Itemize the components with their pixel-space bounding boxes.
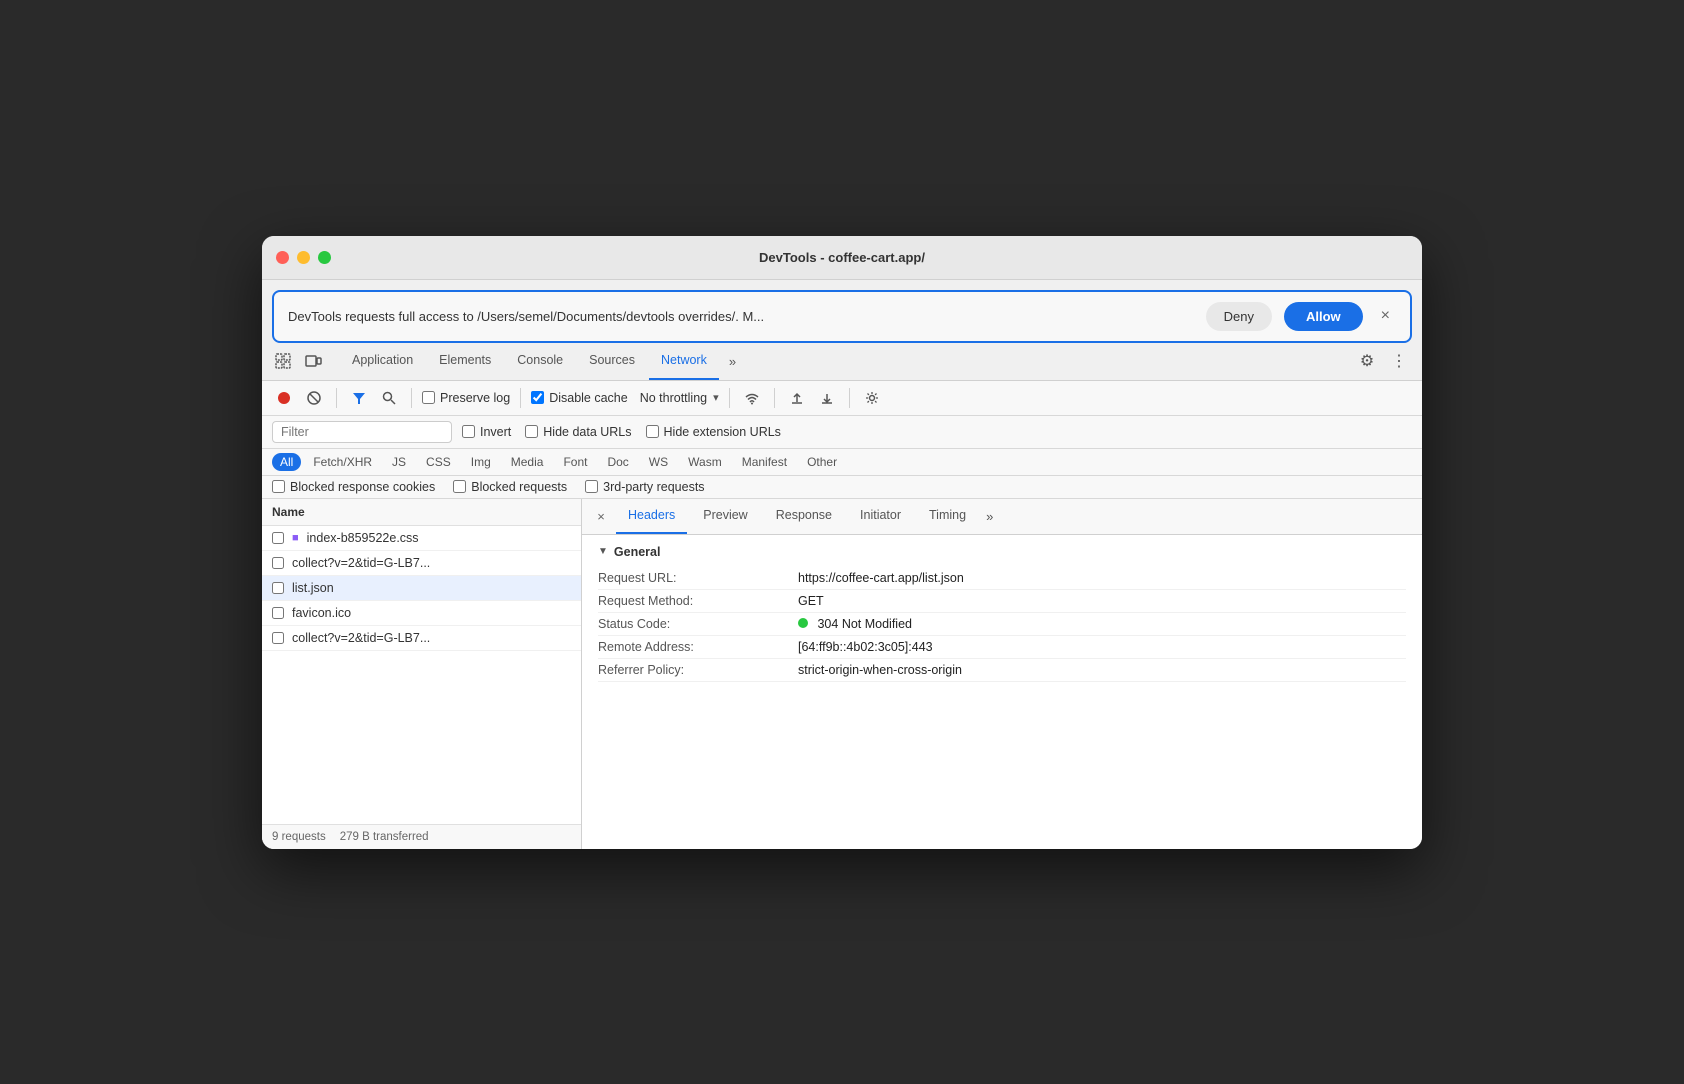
more-icon[interactable]: ⋮ [1386, 348, 1412, 374]
separator-1 [336, 388, 337, 408]
detail-tab-preview[interactable]: Preview [691, 499, 759, 535]
allow-button[interactable]: Allow [1284, 302, 1363, 331]
throttling-select[interactable]: No throttling [640, 391, 707, 405]
detail-panel: × Headers Preview Response Initiator Tim… [582, 499, 1422, 849]
tab-console[interactable]: Console [505, 342, 575, 380]
tabs-right-actions: ⚙ ⋮ [1354, 348, 1412, 374]
third-party-checkbox[interactable]: 3rd-party requests [585, 480, 704, 494]
type-btn-img[interactable]: Img [463, 453, 499, 471]
permission-bar: DevTools requests full access to /Users/… [272, 290, 1412, 343]
preserve-log-checkbox[interactable]: Preserve log [422, 391, 510, 405]
file-list-footer: 9 requests 279 B transferred [262, 824, 581, 849]
type-btn-font[interactable]: Font [555, 453, 595, 471]
file-item-1[interactable]: collect?v=2&tid=G-LB7... [262, 551, 581, 576]
tab-application[interactable]: Application [340, 342, 425, 380]
detail-content: ▼ General Request URL: https://coffee-ca… [582, 535, 1422, 849]
detail-tabs-overflow[interactable]: » [982, 509, 997, 524]
blocked-cookies-checkbox[interactable]: Blocked response cookies [272, 480, 435, 494]
status-dot-icon [798, 618, 808, 628]
detail-tab-timing[interactable]: Timing [917, 499, 978, 535]
detail-row-referrer: Referrer Policy: strict-origin-when-cros… [598, 659, 1406, 682]
filter-checkboxes: Invert Hide data URLs Hide extension URL… [462, 425, 781, 439]
file-list-header: Name [262, 499, 581, 526]
devtools-window: DevTools - coffee-cart.app/ DevTools req… [262, 236, 1422, 849]
type-btn-doc[interactable]: Doc [599, 453, 636, 471]
general-section-header: ▼ General [598, 545, 1406, 559]
blocked-requests-checkbox[interactable]: Blocked requests [453, 480, 567, 494]
file-item-2[interactable]: list.json [262, 576, 581, 601]
separator-5 [774, 388, 775, 408]
settings-icon[interactable]: ⚙ [1354, 348, 1380, 374]
type-btn-css[interactable]: CSS [418, 453, 459, 471]
type-btn-ws[interactable]: WS [641, 453, 676, 471]
cursor-icon[interactable] [272, 350, 294, 372]
type-filter-bar: All Fetch/XHR JS CSS Img Media Font Doc … [262, 449, 1422, 476]
device-icon[interactable] [302, 350, 324, 372]
tab-sources[interactable]: Sources [577, 342, 647, 380]
section-toggle-icon[interactable]: ▼ [598, 546, 608, 557]
tabs-overflow-button[interactable]: » [721, 354, 744, 369]
data-transferred: 279 B transferred [340, 831, 429, 843]
search-button[interactable] [377, 386, 401, 410]
type-btn-js[interactable]: JS [384, 453, 414, 471]
css-icon: ■ [292, 532, 299, 544]
permission-close-button[interactable]: × [1375, 305, 1396, 327]
detail-close-button[interactable]: × [590, 505, 612, 527]
file-item-3[interactable]: favicon.ico [262, 601, 581, 626]
filter-button[interactable] [347, 386, 371, 410]
filter-input[interactable] [272, 421, 452, 443]
wifi-icon[interactable] [740, 386, 764, 410]
detail-tab-bar: × Headers Preview Response Initiator Tim… [582, 499, 1422, 535]
file-list: Name ■ index-b859522e.css collect?v=2&ti… [262, 499, 582, 849]
tab-icons [272, 350, 324, 372]
window-title: DevTools - coffee-cart.app/ [759, 250, 925, 265]
detail-row-status: Status Code: 304 Not Modified [598, 613, 1406, 636]
tab-network[interactable]: Network [649, 342, 719, 380]
type-btn-fetch-xhr[interactable]: Fetch/XHR [305, 453, 380, 471]
filter-bar: Invert Hide data URLs Hide extension URL… [262, 416, 1422, 449]
hide-data-urls-checkbox[interactable]: Hide data URLs [525, 425, 631, 439]
tab-elements[interactable]: Elements [427, 342, 503, 380]
close-button[interactable] [276, 251, 289, 264]
type-btn-media[interactable]: Media [503, 453, 552, 471]
deny-button[interactable]: Deny [1206, 302, 1272, 331]
throttle-arrow-icon[interactable]: ▾ [713, 391, 719, 404]
network-toolbar: Preserve log Disable cache No throttling… [262, 381, 1422, 416]
type-btn-other[interactable]: Other [799, 453, 845, 471]
record-button[interactable] [272, 386, 296, 410]
request-count: 9 requests [272, 831, 326, 843]
detail-tab-headers[interactable]: Headers [616, 499, 687, 535]
separator-2 [411, 388, 412, 408]
file-item-4[interactable]: collect?v=2&tid=G-LB7... [262, 626, 581, 651]
separator-4 [729, 388, 730, 408]
separator-3 [520, 388, 521, 408]
devtools-tab-bar: Application Elements Console Sources Net… [262, 343, 1422, 381]
maximize-button[interactable] [318, 251, 331, 264]
file-item-0[interactable]: ■ index-b859522e.css [262, 526, 581, 551]
detail-row-url: Request URL: https://coffee-cart.app/lis… [598, 567, 1406, 590]
hide-extension-urls-checkbox[interactable]: Hide extension URLs [646, 425, 781, 439]
invert-checkbox[interactable]: Invert [462, 425, 511, 439]
minimize-button[interactable] [297, 251, 310, 264]
type-btn-wasm[interactable]: Wasm [680, 453, 730, 471]
detail-tab-initiator[interactable]: Initiator [848, 499, 913, 535]
blocked-bar: Blocked response cookies Blocked request… [262, 476, 1422, 499]
permission-text: DevTools requests full access to /Users/… [288, 309, 1194, 324]
type-btn-all[interactable]: All [272, 453, 301, 471]
detail-row-remote-address: Remote Address: [64:ff9b::4b02:3c05]:443 [598, 636, 1406, 659]
titlebar: DevTools - coffee-cart.app/ [262, 236, 1422, 280]
network-settings-icon[interactable] [860, 386, 884, 410]
clear-button[interactable] [302, 386, 326, 410]
upload-icon[interactable] [785, 386, 809, 410]
separator-6 [849, 388, 850, 408]
detail-row-method: Request Method: GET [598, 590, 1406, 613]
main-content: Name ■ index-b859522e.css collect?v=2&ti… [262, 499, 1422, 849]
disable-cache-checkbox[interactable]: Disable cache [531, 391, 628, 405]
traffic-lights [276, 251, 331, 264]
type-btn-manifest[interactable]: Manifest [734, 453, 795, 471]
detail-tab-response[interactable]: Response [764, 499, 844, 535]
download-icon[interactable] [815, 386, 839, 410]
